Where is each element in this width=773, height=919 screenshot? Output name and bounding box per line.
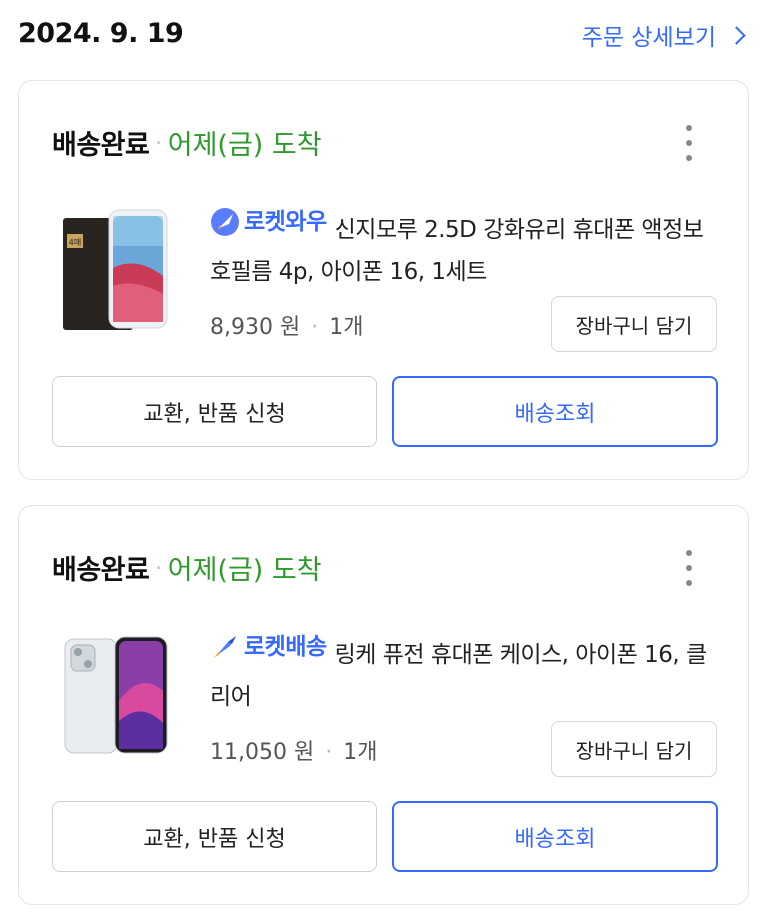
product-title[interactable]: 로켓와우 신지모루 2.5D 강화유리 휴대폰 액정보호필름 4p, 아이폰 1… — [210, 201, 720, 293]
separator-dot: · — [155, 130, 162, 155]
order-detail-link[interactable]: 주문 상세보기 — [581, 18, 746, 52]
status-label: 배송완료 — [52, 130, 150, 161]
price: 11,050 원 — [210, 740, 315, 765]
badge-label: 로켓와우 — [244, 209, 327, 235]
product-info: 로켓배송 링케 퓨전 휴대폰 케이스, 아이폰 16, 클리어 — [210, 626, 720, 718]
price-row: 8,930 원 · 1개 — [210, 309, 363, 341]
exchange-return-button[interactable]: 교환, 반품 신청 — [52, 376, 377, 447]
arrival-date: 어제(금) 도착 — [167, 555, 322, 586]
rocket-icon — [214, 636, 236, 658]
product-thumbnail[interactable] — [57, 631, 175, 761]
price: 8,930 원 — [210, 315, 301, 340]
quantity: 1개 — [343, 740, 378, 765]
product-thumbnail[interactable]: 4매 — [57, 206, 175, 336]
delivery-status: 배송완료 · 어제(금) 도착 — [52, 123, 322, 162]
product-title[interactable]: 로켓배송 링케 퓨전 휴대폰 케이스, 아이폰 16, 클리어 — [210, 626, 720, 718]
order-detail-label: 주문 상세보기 — [581, 25, 716, 51]
price-row: 11,050 원 · 1개 — [210, 734, 377, 766]
more-options-icon[interactable] — [684, 550, 694, 586]
separator-dot: · — [155, 555, 162, 580]
order-header: 2024. 9. 19 주문 상세보기 — [0, 0, 773, 80]
exchange-return-button[interactable]: 교환, 반품 신청 — [52, 801, 377, 872]
separator-dot: · — [304, 315, 326, 340]
pack-count-label: 4매 — [69, 238, 81, 247]
order-date: 2024. 9. 19 — [18, 18, 184, 49]
chevron-right-icon — [727, 26, 746, 45]
order-item-card: 배송완료 · 어제(금) 도착 4매 로켓와우 신지모루 2.5D 강화유리 휴… — [18, 80, 749, 480]
separator-dot: · — [318, 740, 340, 765]
badge-label: 로켓배송 — [244, 634, 327, 660]
status-label: 배송완료 — [52, 555, 150, 586]
product-info: 로켓와우 신지모루 2.5D 강화유리 휴대폰 액정보호필름 4p, 아이폰 1… — [210, 201, 720, 293]
add-to-cart-button[interactable]: 장바구니 담기 — [551, 296, 717, 352]
more-options-icon[interactable] — [684, 125, 694, 161]
track-delivery-button[interactable]: 배송조회 — [392, 801, 718, 872]
quantity: 1개 — [329, 315, 364, 340]
order-item-card: 배송완료 · 어제(금) 도착 로켓배송 링케 퓨전 휴대폰 케이스, 아이폰 … — [18, 505, 749, 905]
delivery-status: 배송완료 · 어제(금) 도착 — [52, 548, 322, 587]
track-delivery-button[interactable]: 배송조회 — [392, 376, 718, 447]
rocket-wow-badge: 로켓와우 — [210, 201, 327, 243]
add-to-cart-button[interactable]: 장바구니 담기 — [551, 721, 717, 777]
rocket-icon — [211, 208, 239, 236]
arrival-date: 어제(금) 도착 — [167, 130, 322, 161]
rocket-delivery-badge: 로켓배송 — [210, 626, 327, 668]
